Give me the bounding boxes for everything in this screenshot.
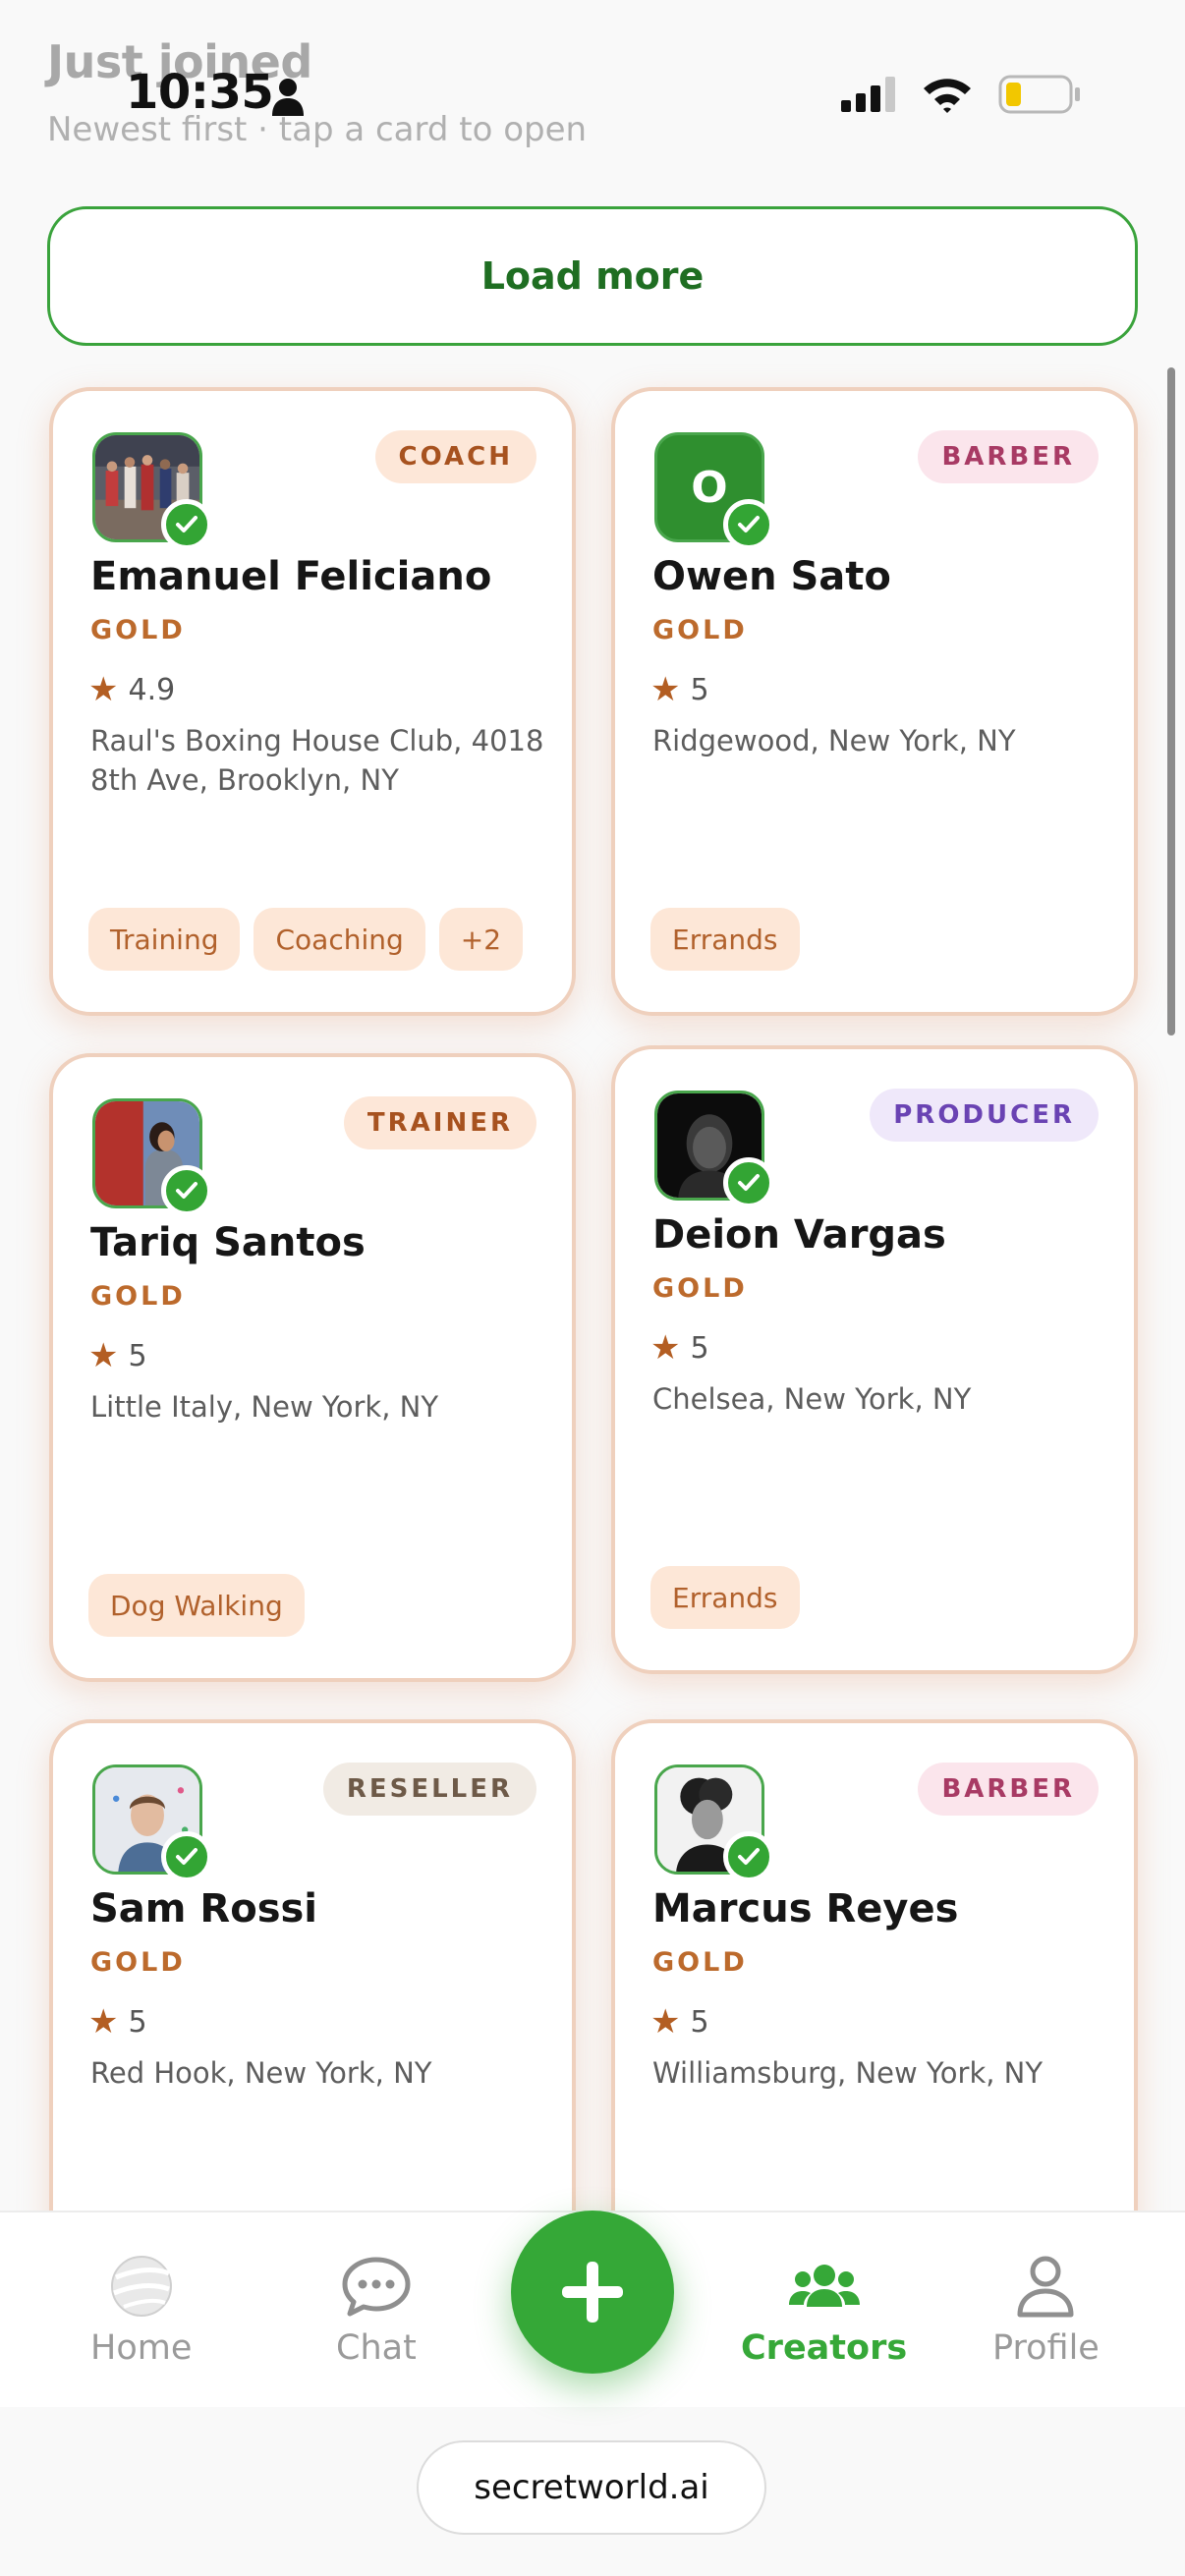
role-badge: RESELLER bbox=[322, 1763, 536, 1816]
creator-card[interactable]: TRAINER Tariq Santos GOLD ★ 5 Little Ital… bbox=[49, 1053, 576, 1682]
rating: ★ 5 bbox=[650, 670, 709, 709]
rating-value: 5 bbox=[128, 2004, 147, 2040]
nav-item-profile[interactable]: Profile bbox=[992, 2254, 1100, 2368]
star-icon: ★ bbox=[650, 2002, 681, 2042]
avatar-initial: O bbox=[691, 462, 728, 513]
location: Little Italy, New York, NY bbox=[90, 1390, 439, 1424]
tag-more[interactable]: +2 bbox=[438, 908, 524, 971]
rating: ★ 5 bbox=[650, 1328, 709, 1368]
location: Chelsea, New York, NY bbox=[652, 1382, 972, 1416]
verified-check-icon bbox=[161, 499, 212, 550]
users-icon bbox=[788, 2265, 860, 2307]
creator-card[interactable]: COACH Emanuel Feliciano GOLD ★ 4.9 Raul's… bbox=[49, 387, 576, 1016]
create-button[interactable] bbox=[511, 2211, 674, 2374]
location: Ridgewood, New York, NY bbox=[652, 724, 1016, 757]
location: Williamsburg, New York, NY bbox=[652, 2056, 1044, 2090]
tier-label: GOLD bbox=[90, 1281, 186, 1312]
nav-label: Home bbox=[90, 2328, 193, 2368]
location: Raul's Boxing House Club, 4018 8th Ave, … bbox=[90, 724, 544, 797]
nav-label: Chat bbox=[336, 2328, 417, 2368]
status-icons bbox=[841, 75, 1081, 114]
person-status-icon bbox=[272, 79, 304, 116]
creator-name: Deion Vargas bbox=[652, 1212, 946, 1258]
tag[interactable]: Errands bbox=[650, 908, 800, 971]
tier-label: GOLD bbox=[90, 615, 186, 645]
rating-value: 5 bbox=[690, 672, 709, 707]
nav-label: Creators bbox=[741, 2328, 908, 2368]
rating-value: 5 bbox=[128, 1338, 147, 1373]
role-badge: TRAINER bbox=[343, 1096, 536, 1149]
nav-label: Profile bbox=[992, 2328, 1100, 2368]
star-icon: ★ bbox=[650, 1328, 681, 1368]
tier-label: GOLD bbox=[652, 1947, 748, 1978]
tag-list: Errands bbox=[650, 1566, 800, 1629]
rating: ★ 4.9 bbox=[88, 670, 175, 709]
rating-value: 4.9 bbox=[128, 672, 176, 707]
tag-list: Errands bbox=[650, 908, 800, 971]
status-time: 10:35 bbox=[126, 65, 274, 120]
tier-label: GOLD bbox=[652, 615, 748, 645]
role-badge: BARBER bbox=[918, 430, 1099, 483]
tag-list: Dog Walking bbox=[88, 1574, 305, 1637]
rating-value: 5 bbox=[690, 1330, 709, 1366]
tag[interactable]: Errands bbox=[650, 1566, 800, 1629]
location: Red Hook, New York, NY bbox=[90, 2056, 432, 2090]
role-badge: PRODUCER bbox=[870, 1089, 1099, 1142]
tag[interactable]: Training bbox=[88, 908, 241, 971]
verified-check-icon bbox=[161, 1165, 212, 1216]
tag-list: Training Coaching +2 bbox=[88, 908, 524, 971]
creator-name: Sam Rossi bbox=[90, 1886, 318, 1932]
role-badge: BARBER bbox=[918, 1763, 1099, 1816]
creator-card[interactable]: PRODUCER Deion Vargas GOLD ★ 5 Chelsea, N… bbox=[611, 1045, 1138, 1674]
creator-name: Tariq Santos bbox=[90, 1220, 366, 1265]
nav-item-home[interactable]: Home bbox=[90, 2254, 192, 2368]
rating: ★ 5 bbox=[88, 1336, 147, 1375]
tag[interactable]: Coaching bbox=[254, 908, 425, 971]
creator-name: Emanuel Feliciano bbox=[90, 554, 492, 599]
signal-icon bbox=[841, 77, 895, 112]
nav-item-creators[interactable]: Creators bbox=[741, 2254, 907, 2368]
battery-icon bbox=[998, 75, 1080, 114]
verified-check-icon bbox=[161, 1831, 212, 1882]
person-icon bbox=[1017, 2256, 1074, 2318]
rating: ★ 5 bbox=[650, 2002, 709, 2042]
url-bar[interactable]: secretworld.ai bbox=[417, 2440, 766, 2535]
globe-icon bbox=[110, 2256, 172, 2317]
verified-check-icon bbox=[723, 1157, 774, 1208]
tag[interactable]: Dog Walking bbox=[88, 1574, 305, 1637]
role-badge: COACH bbox=[374, 430, 536, 483]
rating-value: 5 bbox=[690, 2004, 709, 2040]
verified-check-icon bbox=[723, 499, 774, 550]
chat-bubble-icon bbox=[342, 2257, 411, 2317]
nav-item-chat[interactable]: Chat bbox=[336, 2254, 417, 2368]
load-more-button[interactable]: Load more bbox=[47, 206, 1138, 346]
star-icon: ★ bbox=[88, 2002, 119, 2042]
creator-name: Owen Sato bbox=[652, 554, 891, 599]
star-icon: ★ bbox=[88, 670, 119, 709]
wifi-icon bbox=[924, 79, 971, 113]
creator-card[interactable]: O BARBER Owen Sato GOLD ★ 5 Ridgewood, Ne… bbox=[611, 387, 1138, 1016]
plus-icon bbox=[562, 2262, 623, 2323]
rating: ★ 5 bbox=[88, 2002, 147, 2042]
tier-label: GOLD bbox=[90, 1947, 186, 1978]
tier-label: GOLD bbox=[652, 1273, 748, 1304]
verified-check-icon bbox=[723, 1831, 774, 1882]
scroll-indicator[interactable] bbox=[1167, 367, 1175, 1036]
creators-page: Just joined Newest first · tap a card to… bbox=[0, 0, 1185, 2576]
star-icon: ★ bbox=[88, 1336, 119, 1375]
creator-name: Marcus Reyes bbox=[652, 1886, 959, 1932]
star-icon: ★ bbox=[650, 670, 681, 709]
